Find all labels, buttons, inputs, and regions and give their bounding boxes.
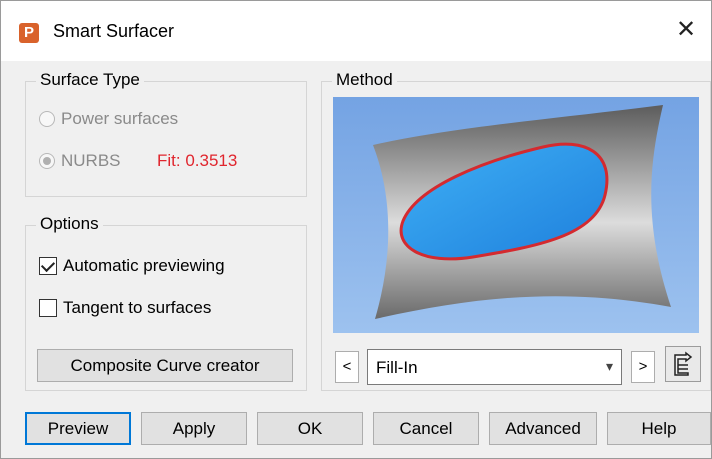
- composite-curve-creator-button[interactable]: Composite Curve creator: [37, 349, 293, 382]
- radio-circle: [39, 111, 55, 127]
- radio-circle-selected: [39, 153, 55, 169]
- options-label: Options: [36, 214, 103, 234]
- method-prev-button[interactable]: <: [335, 351, 359, 383]
- fill-in-surface-illustration: [373, 105, 671, 319]
- title-bar: P Smart Surfacer ✕: [1, 1, 711, 61]
- method-preview-image: [333, 97, 699, 333]
- smart-surfacer-dialog: P Smart Surfacer ✕ Surface Type Power su…: [0, 0, 712, 459]
- app-p-icon: P: [19, 23, 39, 43]
- surface-tool-button[interactable]: [665, 346, 701, 382]
- fit-value: Fit: 0.3513: [157, 151, 238, 170]
- advanced-button[interactable]: Advanced: [489, 412, 597, 445]
- preview-button[interactable]: Preview: [25, 412, 131, 445]
- surface-type-group: Surface Type: [25, 70, 307, 197]
- checkbox-checked-icon: [39, 257, 57, 275]
- cancel-button[interactable]: Cancel: [373, 412, 479, 445]
- nurbs-label: NURBS: [61, 151, 121, 170]
- power-surfaces-radio[interactable]: Power surfaces: [39, 109, 178, 129]
- tangent-to-surfaces-checkbox[interactable]: Tangent to surfaces: [39, 298, 211, 318]
- window-title: Smart Surfacer: [53, 21, 175, 41]
- ok-button[interactable]: OK: [257, 412, 363, 445]
- help-button[interactable]: Help: [607, 412, 711, 445]
- power-surfaces-label: Power surfaces: [61, 109, 179, 128]
- close-icon[interactable]: ✕: [671, 15, 701, 45]
- checkbox-empty-icon: [39, 299, 57, 317]
- tangent-to-surfaces-label: Tangent to surfaces: [63, 298, 212, 317]
- surface-tool-icon: [674, 351, 693, 376]
- nurbs-radio[interactable]: NURBS: [39, 151, 121, 171]
- automatic-previewing-label: Automatic previewing: [63, 256, 225, 275]
- method-label: Method: [332, 70, 397, 90]
- automatic-previewing-checkbox[interactable]: Automatic previewing: [39, 256, 225, 276]
- method-selected-value: Fill-In: [376, 358, 418, 377]
- method-select[interactable]: Fill-In ▾: [367, 349, 622, 385]
- method-next-button[interactable]: >: [631, 351, 655, 383]
- surface-type-label: Surface Type: [36, 70, 144, 90]
- apply-button[interactable]: Apply: [141, 412, 247, 445]
- chevron-down-icon: ▾: [605, 358, 613, 374]
